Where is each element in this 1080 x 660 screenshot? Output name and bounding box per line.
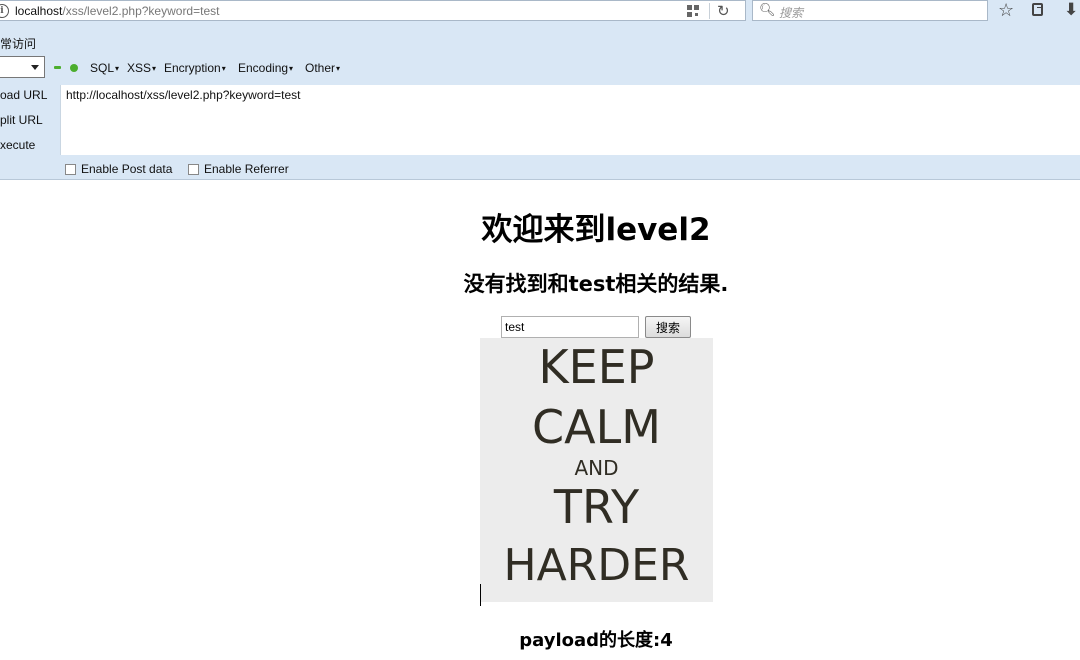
menu-other-label: Other <box>305 61 336 75</box>
poster-line: AND <box>574 456 619 480</box>
caret-down-icon: ▾ <box>152 64 157 73</box>
caret-down-icon: ▾ <box>115 64 120 73</box>
menu-sql[interactable]: SQL▾ <box>90 61 119 75</box>
search-bar[interactable]: 🔍︎ 搜索 <box>752 0 988 21</box>
hackbar-url-value: http://localhost/xss/level2.php?keyword=… <box>66 88 301 102</box>
hackbar-url-textarea[interactable]: http://localhost/xss/level2.php?keyword=… <box>60 85 1080 155</box>
enable-post-checkbox[interactable]: Enable Post data <box>65 162 172 176</box>
execute-button[interactable]: xecute <box>0 138 35 152</box>
menu-sql-label: SQL <box>90 61 115 75</box>
text-cursor <box>480 584 481 606</box>
url-bar[interactable]: i localhost/xss/level2.php?keyword=test … <box>0 0 746 21</box>
hackbar-panel: 常访问 SQL▾ XSS▾ Encryption▾ Encoding▾ Othe… <box>0 24 1080 180</box>
info-icon[interactable]: i <box>0 4 9 18</box>
checkbox-box[interactable] <box>65 164 76 175</box>
qr-code-icon[interactable] <box>687 5 699 17</box>
poster-line: TRY <box>553 480 640 534</box>
split-url-button[interactable]: plit URL <box>0 113 43 127</box>
menu-encryption-label: Encryption <box>164 61 221 75</box>
page-title: 欢迎来到level2 <box>481 212 711 248</box>
menu-xss-label: XSS <box>127 61 152 75</box>
enable-post-label: Enable Post data <box>81 162 173 176</box>
enable-referrer-label: Enable Referrer <box>204 162 289 176</box>
browser-nav-bar: i localhost/xss/level2.php?keyword=test … <box>0 0 1080 24</box>
caret-down-icon: ▾ <box>336 64 341 73</box>
caret-down-icon: ▾ <box>289 64 294 73</box>
poster-line: CALM <box>532 400 661 454</box>
hackbar-dropdown[interactable] <box>0 56 45 78</box>
enable-referrer-checkbox[interactable]: Enable Referrer <box>188 162 289 176</box>
search-icon: 🔍︎ <box>759 3 776 18</box>
payload-length-text: payload的长度:4 <box>519 630 673 651</box>
menu-other[interactable]: Other▾ <box>305 61 340 75</box>
url-path: /xss/level2.php?keyword=test <box>62 4 220 18</box>
menu-encoding-label: Encoding <box>238 61 289 75</box>
load-url-button[interactable]: oad URL <box>0 88 47 102</box>
search-placeholder: 搜索 <box>779 6 804 20</box>
url-text[interactable]: localhost/xss/level2.php?keyword=test <box>15 4 219 18</box>
decrease-icon[interactable] <box>54 66 61 69</box>
menu-encryption[interactable]: Encryption▾ <box>164 61 226 75</box>
keyword-input[interactable] <box>501 316 639 338</box>
bookmark-most-visited[interactable]: 常访问 <box>0 35 36 52</box>
bookmark-star-icon[interactable]: ☆ <box>998 0 1014 21</box>
poster-line: KEEP <box>538 340 655 394</box>
menu-xss[interactable]: XSS▾ <box>127 61 156 75</box>
reload-icon[interactable]: ↻ <box>717 2 730 20</box>
url-bar-divider <box>709 3 710 19</box>
download-icon[interactable]: ⬇ <box>1064 0 1078 20</box>
caret-down-icon: ▾ <box>221 64 226 73</box>
reading-list-icon[interactable] <box>1032 3 1043 16</box>
menu-encoding[interactable]: Encoding▾ <box>238 61 293 75</box>
search-result-message: 没有找到和test相关的结果. <box>463 272 729 296</box>
poster-line: HARDER <box>503 540 690 591</box>
keep-calm-poster-image: KEEP CALM AND TRY HARDER <box>480 338 713 602</box>
increase-icon[interactable] <box>70 64 78 72</box>
checkbox-box[interactable] <box>188 164 199 175</box>
url-host: localhost <box>15 4 63 18</box>
search-button[interactable]: 搜索 <box>645 316 691 338</box>
